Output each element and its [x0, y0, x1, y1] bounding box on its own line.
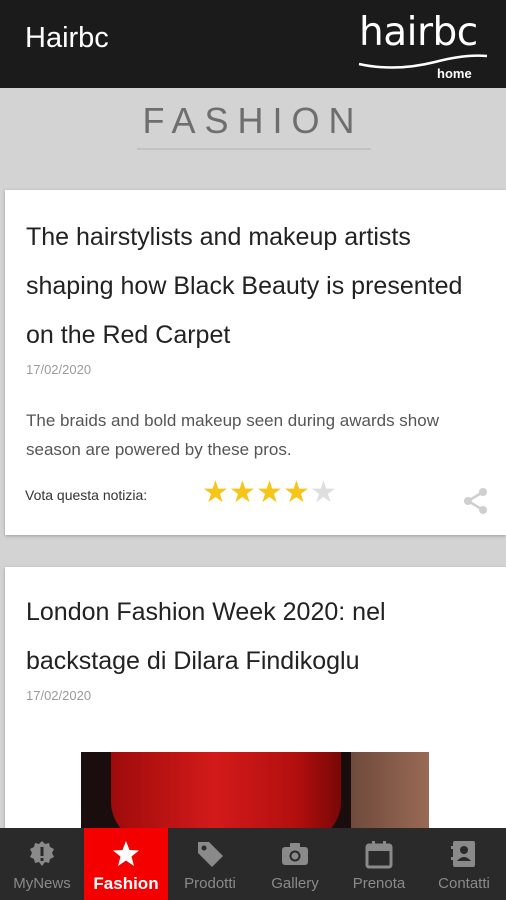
article-date: 17/02/2020: [26, 688, 92, 703]
article-title[interactable]: The hairstylists and makeup artists shap…: [26, 213, 476, 360]
article-card[interactable]: The hairstylists and makeup artists shap…: [5, 190, 506, 535]
section-title: FASHION: [142, 100, 364, 141]
tab-label: Gallery: [271, 875, 319, 892]
share-button[interactable]: [462, 487, 490, 520]
article-date: 17/02/2020: [26, 362, 92, 377]
tag-icon: [198, 842, 223, 867]
tab-contatti[interactable]: Contatti: [422, 828, 506, 900]
camera-icon: [282, 843, 308, 865]
logo-home-link[interactable]: home: [437, 66, 472, 81]
tab-prenota[interactable]: Prenota: [337, 828, 421, 900]
calendar-icon: [365, 841, 393, 869]
article-card[interactable]: London Fashion Week 2020: nel backstage …: [5, 567, 506, 842]
article-title[interactable]: London Fashion Week 2020: nel backstage …: [26, 588, 476, 686]
rating-label: Vota questa notizia:: [25, 487, 148, 503]
brand-logo[interactable]: hairbc home: [355, 10, 490, 84]
star-icon: [113, 841, 139, 866]
section-divider: [137, 148, 371, 150]
share-icon: [464, 488, 487, 514]
star-icon[interactable]: ★: [202, 478, 229, 508]
alert-badge-icon: [30, 841, 54, 866]
tab-label: Prodotti: [184, 875, 236, 892]
tab-mynews[interactable]: MyNews: [0, 828, 84, 900]
tab-fashion[interactable]: Fashion: [84, 828, 168, 900]
star-icon[interactable]: ★: [229, 478, 256, 508]
article-excerpt: The braids and bold makeup seen during a…: [26, 411, 439, 459]
star-icon[interactable]: ★: [310, 478, 337, 508]
star-icon[interactable]: ★: [256, 478, 283, 508]
tab-label: Contatti: [438, 875, 490, 892]
top-bar: Hairbc hairbc home: [0, 0, 506, 88]
tab-gallery[interactable]: Gallery: [253, 828, 337, 900]
tab-label: Fashion: [93, 874, 159, 893]
bottom-tab-bar: MyNews Fashion Prodotti Gallery Prenota: [0, 828, 506, 900]
tab-label: MyNews: [13, 875, 71, 892]
contact-icon: [451, 841, 475, 867]
star-icon[interactable]: ★: [283, 478, 310, 508]
tab-label: Prenota: [352, 875, 406, 892]
app-title: Hairbc: [25, 22, 109, 54]
star-rating[interactable]: ★★★★★: [202, 478, 337, 508]
tab-prodotti[interactable]: Prodotti: [168, 828, 252, 900]
